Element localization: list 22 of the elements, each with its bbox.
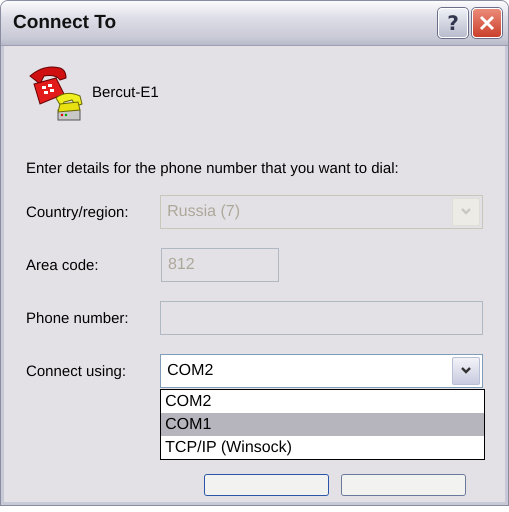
- field-label: Connect using:: [26, 362, 128, 380]
- field-label: Country/region:: [26, 203, 130, 221]
- dropdown-button[interactable]: [452, 357, 480, 385]
- chevron-down-icon: [460, 208, 472, 216]
- dropdown-field[interactable]: COM2: [160, 354, 483, 388]
- dialog-button[interactable]: [341, 474, 466, 496]
- field-value: Russia (7): [167, 203, 240, 221]
- help-button[interactable]: ?: [438, 8, 468, 38]
- instruction-text: Enter details for the phone number that you want to dial:: [26, 160, 400, 177]
- close-button[interactable]: [472, 8, 502, 38]
- close-icon: [479, 15, 495, 31]
- field-value: 812: [168, 256, 195, 273]
- list-option[interactable]: TCP/IP (Winsock): [161, 436, 484, 459]
- field-label: Phone number:: [26, 309, 130, 327]
- field-label: Area code:: [26, 256, 100, 274]
- connection-name: Bercut-E1: [92, 84, 159, 100]
- field-value: COM2: [167, 362, 214, 380]
- chevron-down-icon: [460, 367, 472, 375]
- window-title: Connect To: [13, 12, 116, 34]
- dialog-button[interactable]: [204, 474, 329, 496]
- list-option[interactable]: COM2: [161, 390, 484, 413]
- list-option[interactable]: COM1: [161, 413, 484, 436]
